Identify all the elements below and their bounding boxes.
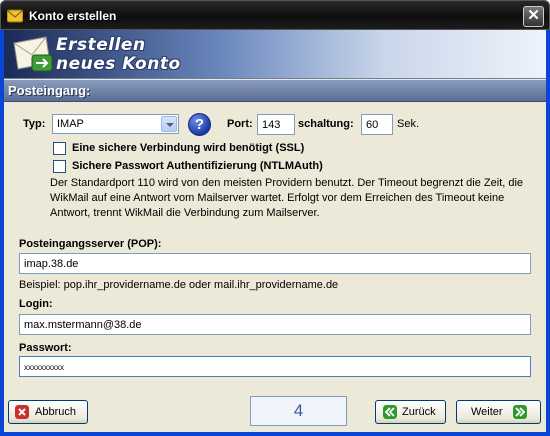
back-button[interactable]: Zurück xyxy=(375,400,446,424)
password-input[interactable]: xxxxxxxxxx xyxy=(19,356,531,377)
help-icon[interactable]: ? xyxy=(188,113,211,136)
typ-select-value: IMAP xyxy=(57,118,84,130)
section-header: Posteingang: xyxy=(4,80,546,102)
port-label: Port: xyxy=(227,118,253,130)
ntlm-label: Sichere Passwort Authentifizierung (NTLM… xyxy=(72,160,323,172)
double-right-arrow-icon xyxy=(513,405,527,419)
title-bar[interactable]: Konto erstellen ✕ xyxy=(0,0,550,30)
ntlm-checkbox[interactable] xyxy=(53,160,66,173)
typ-select[interactable]: IMAP xyxy=(52,114,179,134)
login-input-value: max.mstermann@38.de xyxy=(24,319,142,331)
port-input-value: 143 xyxy=(262,119,281,131)
banner-title: Erstellen neues Konto xyxy=(56,36,181,74)
server-label: Posteingangsserver (POP): xyxy=(19,238,162,250)
cancel-button[interactable]: Abbruch xyxy=(8,400,88,424)
cancel-button-label: Abbruch xyxy=(35,406,76,418)
header-banner: Erstellen neues Konto xyxy=(4,30,546,79)
next-button-label: Weiter xyxy=(471,406,503,418)
double-left-arrow-icon xyxy=(383,405,397,419)
mail-app-icon xyxy=(7,9,23,23)
section-title: Posteingang: xyxy=(8,83,91,98)
info-text: Der Standardport 110 wird von den meiste… xyxy=(50,177,524,219)
login-input[interactable]: max.mstermann@38.de xyxy=(19,314,531,335)
chevron-down-icon[interactable] xyxy=(161,116,177,132)
ssl-label: Eine sichere Verbindung wird benötigt (S… xyxy=(72,142,305,154)
banner-title-line2: neues Konto xyxy=(56,54,181,74)
password-input-value: xxxxxxxxxx xyxy=(24,363,64,372)
window-title: Konto erstellen xyxy=(29,9,117,23)
typ-label: Typ: xyxy=(23,118,46,130)
back-button-label: Zurück xyxy=(402,406,436,418)
seconds-label: Sek. xyxy=(397,118,420,130)
banner-title-line1: Erstellen xyxy=(56,35,146,55)
next-button[interactable]: Weiter xyxy=(456,400,541,424)
timeout-input-value: 60 xyxy=(366,119,379,131)
dialog-body: Erstellen neues Konto Posteingang: Typ: … xyxy=(4,30,546,432)
mail-envelope-icon xyxy=(13,36,53,72)
timeout-input[interactable]: 60 xyxy=(361,114,393,135)
close-button[interactable]: ✕ xyxy=(523,6,544,27)
example-text: Beispiel: pop.ihr_providername.de oder m… xyxy=(19,279,339,291)
server-input-value: imap.38.de xyxy=(24,258,79,270)
page-number: 4 xyxy=(250,396,347,426)
port-input[interactable]: 143 xyxy=(257,114,295,135)
ssl-checkbox[interactable] xyxy=(53,142,66,155)
password-label: Passwort: xyxy=(19,342,72,354)
dialog-window: Konto erstellen ✕ Erstellen neues Konto … xyxy=(0,0,550,436)
cancel-x-icon xyxy=(15,405,29,419)
schaltung-label: schaltung: xyxy=(298,118,354,130)
login-label: Login: xyxy=(19,298,53,310)
server-input[interactable]: imap.38.de xyxy=(19,253,531,274)
